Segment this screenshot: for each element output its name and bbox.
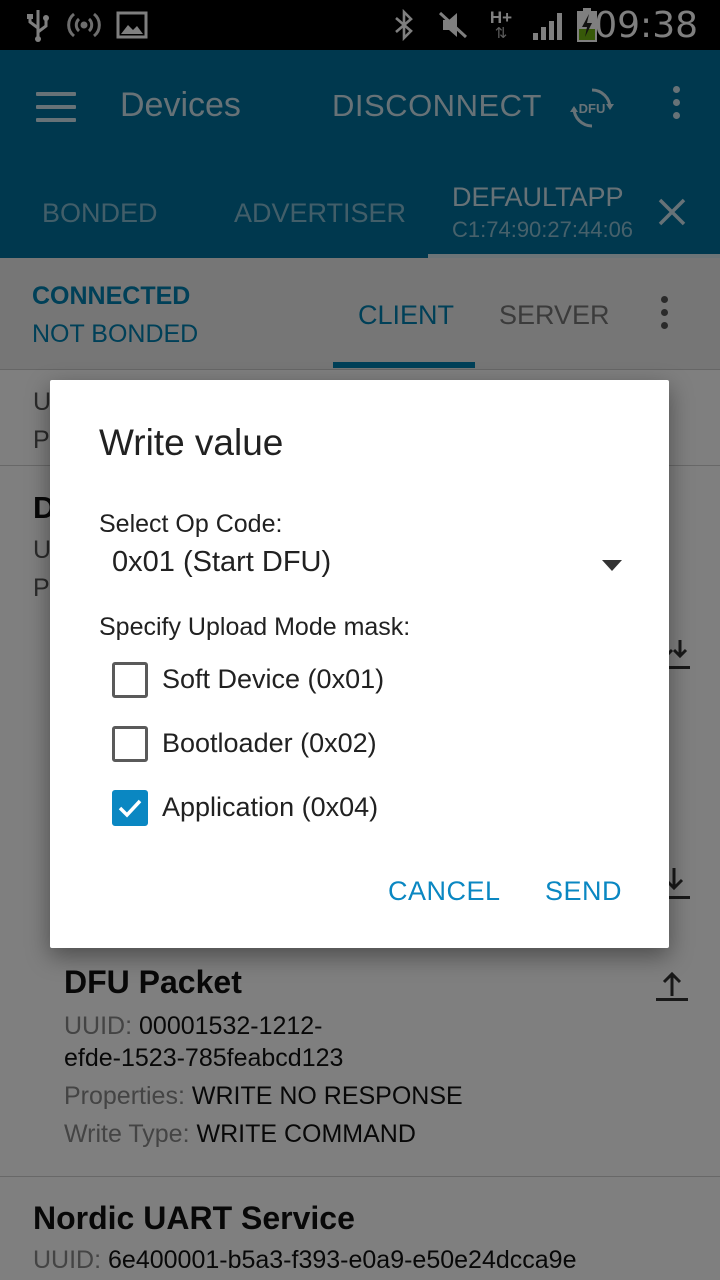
- op-code-value: 0x01 (Start DFU): [112, 546, 332, 578]
- op-code-select[interactable]: 0x01 (Start DFU): [112, 546, 622, 592]
- application-checkbox[interactable]: [112, 790, 148, 826]
- upload-mask-label: Specify Upload Mode mask:: [99, 613, 411, 641]
- bootloader-checkbox[interactable]: [112, 726, 148, 762]
- cancel-button[interactable]: CANCEL: [388, 876, 501, 907]
- checkmark-icon: [118, 799, 142, 818]
- bootloader-label: Bootloader (0x02): [162, 728, 377, 758]
- application-label: Application (0x04): [162, 792, 379, 822]
- send-button[interactable]: SEND: [545, 876, 622, 907]
- write-value-dialog: Write value Select Op Code: 0x01 (Start …: [50, 380, 669, 948]
- dropdown-arrow-icon: [602, 560, 622, 571]
- soft-device-checkbox[interactable]: [112, 662, 148, 698]
- dialog-title: Write value: [99, 422, 284, 463]
- soft-device-label: Soft Device (0x01): [162, 664, 385, 694]
- op-code-label: Select Op Code:: [99, 510, 283, 538]
